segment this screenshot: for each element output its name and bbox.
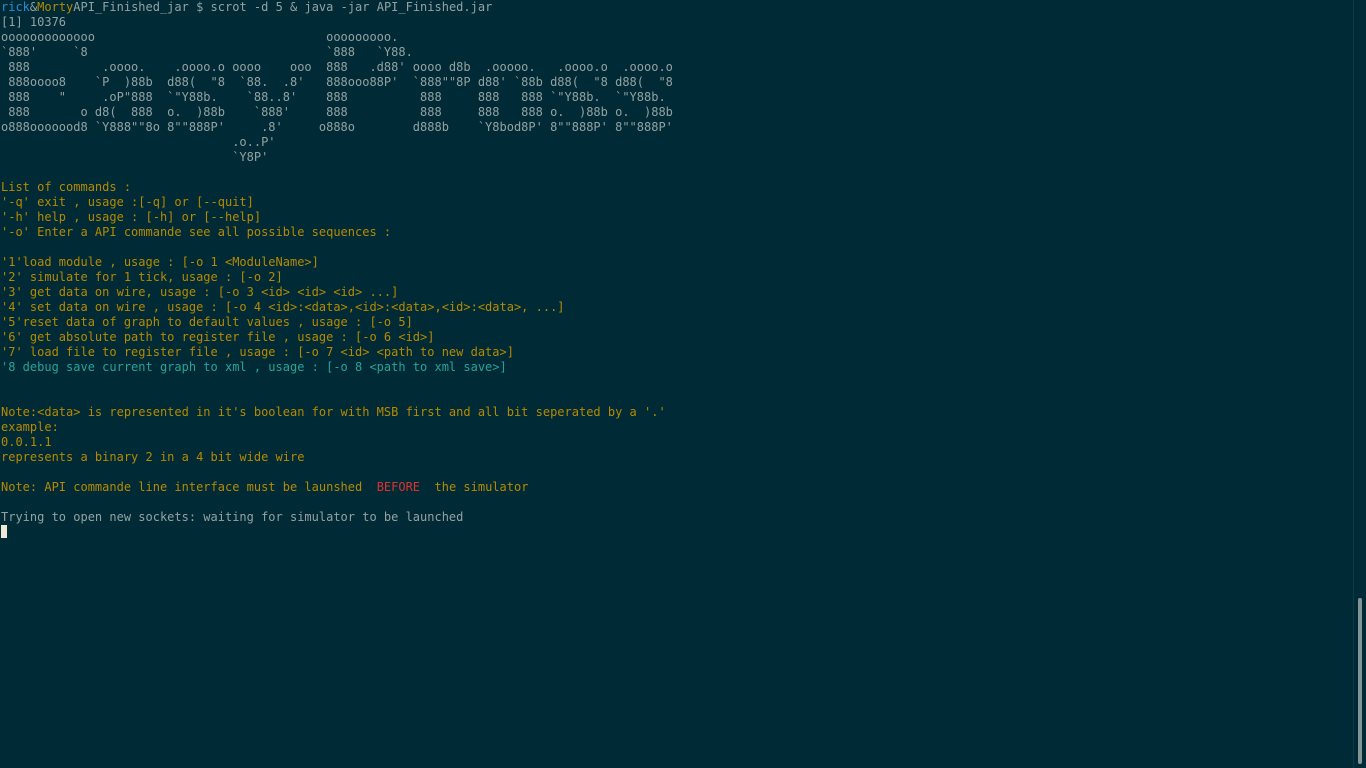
banner-line: `888' `8 `888 `Y88. (1, 45, 413, 59)
terminal-window[interactable]: rick&MortyAPI_Finished_jar $ scrot -d 5 … (0, 0, 1354, 768)
sequence-item: '2' simulate for 1 tick, usage : [-o 2] (1, 270, 283, 284)
note-api-after: the simulator (420, 480, 529, 494)
ascii-banner: ooooooooooooo ooooooooo. `888' `8 `888 `… (1, 30, 1354, 165)
note-api: Note: API commande line interface must b… (1, 480, 1354, 495)
banner-line: 888 .oooo. .oooo.o oooo ooo 888 .d88' oo… (1, 60, 673, 74)
command-item: '-h' help , usage : [-h] or [--help] (1, 210, 262, 224)
banner-line: .o..P' (1, 135, 276, 149)
example-description: represents a binary 2 in a 4 bit wide wi… (1, 450, 305, 464)
banner-line: o888ooooood8 `Y888""8o 8""888P' .8' o888… (1, 120, 673, 134)
scrollbar[interactable] (1353, 0, 1366, 768)
prompt-host: Morty (37, 0, 74, 14)
sequence-item: '6' get absolute path to register file ,… (1, 330, 435, 344)
example-value: 0.0.1.1 (1, 435, 52, 449)
banner-line: `Y8P' (1, 150, 269, 164)
example-label: example: (1, 420, 59, 434)
scrollbar-thumb[interactable] (1358, 598, 1362, 764)
command-item: '-q' exit , usage :[-q] or [--quit] (1, 195, 254, 209)
text-cursor (1, 525, 7, 538)
prompt-command: scrot -d 5 & java -jar API_Finished.jar (210, 0, 493, 14)
commands-header: List of commands : (1, 180, 132, 194)
banner-line: 888oooo8 `P )88b d88( "8 `88. .8' 888ooo… (1, 75, 673, 89)
status-line: Trying to open new sockets: waiting for … (1, 510, 464, 524)
note-api-highlight: BEFORE (376, 480, 421, 494)
note-data: Note:<data> is represented in it's boole… (1, 405, 666, 419)
prompt-user: rick (1, 0, 30, 14)
job-line: [1] 10376 (1, 15, 67, 29)
prompt-line: rick&MortyAPI_Finished_jar $ scrot -d 5 … (1, 0, 1354, 15)
note-api-before: Note: API commande line interface must b… (1, 480, 377, 494)
sequence-item: '4' set data on wire , usage : [-o 4 <id… (1, 300, 565, 314)
banner-line: 888 " .oP"888 `"Y88b. `88..8' 888 888 88… (1, 90, 666, 104)
sequence-item: '5'reset data of graph to default values… (1, 315, 413, 329)
sequence-item: '7' load file to register file , usage :… (1, 345, 514, 359)
sequence-item: '8 debug save current graph to xml , usa… (1, 360, 507, 374)
banner-line: 888 o d8( 888 o. )88b `888' 888 888 888 … (1, 105, 673, 119)
command-item: '-o' Enter a API commande see all possib… (1, 225, 392, 239)
sequence-item: '1'load module , usage : [-o 1 <ModuleNa… (1, 255, 319, 269)
input-line[interactable] (1, 525, 1354, 540)
banner-line: ooooooooooooo ooooooooo. (1, 30, 399, 44)
sequence-item: '3' get data on wire, usage : [-o 3 <id>… (1, 285, 399, 299)
prompt-cwd: API_Finished_jar $ (73, 0, 211, 14)
